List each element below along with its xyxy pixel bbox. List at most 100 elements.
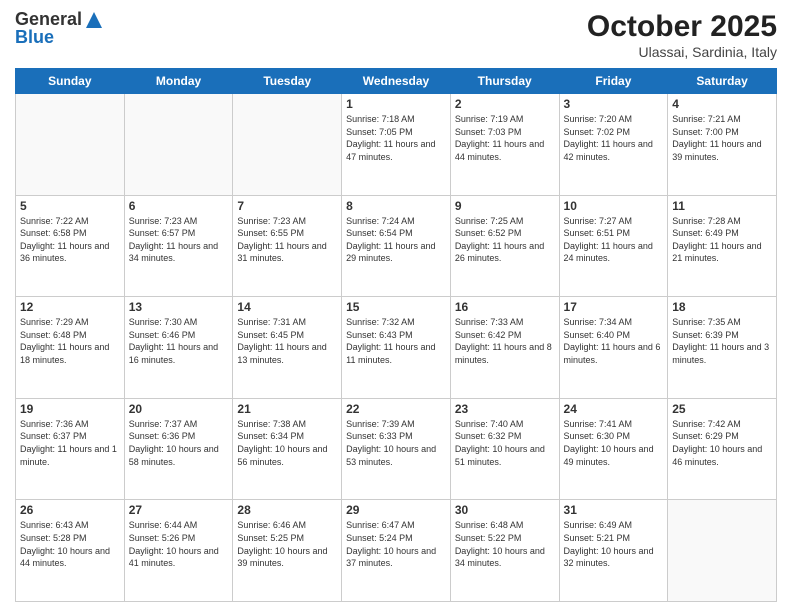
page: General Blue October 2025 Ulassai, Sardi… xyxy=(0,0,792,612)
day-number: 21 xyxy=(237,402,337,416)
day-info: Sunrise: 7:34 AM Sunset: 6:40 PM Dayligh… xyxy=(564,316,664,366)
day-number: 17 xyxy=(564,300,664,314)
day-number: 15 xyxy=(346,300,446,314)
logo-blue-text: Blue xyxy=(15,28,104,48)
page-subtitle: Ulassai, Sardinia, Italy xyxy=(587,44,777,60)
day-info: Sunrise: 7:41 AM Sunset: 6:30 PM Dayligh… xyxy=(564,418,664,468)
day-info: Sunrise: 6:47 AM Sunset: 5:24 PM Dayligh… xyxy=(346,519,446,569)
day-info: Sunrise: 7:23 AM Sunset: 6:57 PM Dayligh… xyxy=(129,215,229,265)
day-info: Sunrise: 6:49 AM Sunset: 5:21 PM Dayligh… xyxy=(564,519,664,569)
page-title: October 2025 xyxy=(587,10,777,44)
day-info: Sunrise: 7:36 AM Sunset: 6:37 PM Dayligh… xyxy=(20,418,120,468)
day-info: Sunrise: 7:31 AM Sunset: 6:45 PM Dayligh… xyxy=(237,316,337,366)
day-number: 12 xyxy=(20,300,120,314)
day-number: 11 xyxy=(672,199,772,213)
calendar-cell: 8 Sunrise: 7:24 AM Sunset: 6:54 PM Daylig… xyxy=(342,195,451,297)
calendar-week-row: 12 Sunrise: 7:29 AM Sunset: 6:48 PM Dayli… xyxy=(16,297,777,399)
day-info: Sunrise: 7:39 AM Sunset: 6:33 PM Dayligh… xyxy=(346,418,446,468)
day-info: Sunrise: 7:19 AM Sunset: 7:03 PM Dayligh… xyxy=(455,113,555,163)
day-info: Sunrise: 7:27 AM Sunset: 6:51 PM Dayligh… xyxy=(564,215,664,265)
calendar-cell: 15 Sunrise: 7:32 AM Sunset: 6:43 PM Dayli… xyxy=(342,297,451,399)
calendar-week-row: 19 Sunrise: 7:36 AM Sunset: 6:37 PM Dayli… xyxy=(16,398,777,500)
calendar-cell: 6 Sunrise: 7:23 AM Sunset: 6:57 PM Daylig… xyxy=(124,195,233,297)
header: General Blue October 2025 Ulassai, Sardi… xyxy=(15,10,777,60)
day-number: 4 xyxy=(672,97,772,111)
calendar-cell: 28Sunrise: 6:46 AM Sunset: 5:25 PM Dayli… xyxy=(233,500,342,602)
calendar-cell: 26 Sunrise: 6:43 AM Sunset: 5:28 PM Dayli… xyxy=(16,500,125,602)
day-number: 26 xyxy=(20,503,120,517)
day-number: 6 xyxy=(129,199,229,213)
day-info: Sunrise: 7:32 AM Sunset: 6:43 PM Dayligh… xyxy=(346,316,446,366)
calendar-cell: 17 Sunrise: 7:34 AM Sunset: 6:40 PM Dayli… xyxy=(559,297,668,399)
calendar-cell xyxy=(233,94,342,196)
day-number: 13 xyxy=(129,300,229,314)
calendar-cell: 18 Sunrise: 7:35 AM Sunset: 6:39 PM Dayli… xyxy=(668,297,777,399)
calendar-cell: 13Sunrise: 7:30 AM Sunset: 6:46 PM Dayli… xyxy=(124,297,233,399)
day-number: 29 xyxy=(346,503,446,517)
day-info: Sunrise: 6:43 AM Sunset: 5:28 PM Dayligh… xyxy=(20,519,120,569)
day-number: 23 xyxy=(455,402,555,416)
calendar-cell xyxy=(124,94,233,196)
day-info: Sunrise: 7:35 AM Sunset: 6:39 PM Dayligh… xyxy=(672,316,772,366)
calendar-header-monday: Monday xyxy=(124,69,233,94)
day-info: Sunrise: 7:37 AM Sunset: 6:36 PM Dayligh… xyxy=(129,418,229,468)
calendar-cell: 2 Sunrise: 7:19 AM Sunset: 7:03 PM Daylig… xyxy=(450,94,559,196)
calendar-cell: 25 Sunrise: 7:42 AM Sunset: 6:29 PM Dayli… xyxy=(668,398,777,500)
day-number: 20 xyxy=(129,402,229,416)
calendar-cell: 7Sunrise: 7:23 AM Sunset: 6:55 PM Daylig… xyxy=(233,195,342,297)
day-info: Sunrise: 6:44 AM Sunset: 5:26 PM Dayligh… xyxy=(129,519,229,569)
day-number: 9 xyxy=(455,199,555,213)
day-info: Sunrise: 7:29 AM Sunset: 6:48 PM Dayligh… xyxy=(20,316,120,366)
calendar-cell: 10 Sunrise: 7:27 AM Sunset: 6:51 PM Dayli… xyxy=(559,195,668,297)
day-number: 1 xyxy=(346,97,446,111)
day-info: Sunrise: 7:40 AM Sunset: 6:32 PM Dayligh… xyxy=(455,418,555,468)
day-number: 18 xyxy=(672,300,772,314)
calendar-cell: 3Sunrise: 7:20 AM Sunset: 7:02 PM Daylig… xyxy=(559,94,668,196)
title-block: October 2025 Ulassai, Sardinia, Italy xyxy=(587,10,777,60)
calendar-cell: 9 Sunrise: 7:25 AM Sunset: 6:52 PM Daylig… xyxy=(450,195,559,297)
calendar-cell: 11 Sunrise: 7:28 AM Sunset: 6:49 PM Dayli… xyxy=(668,195,777,297)
calendar-cell: 22 Sunrise: 7:39 AM Sunset: 6:33 PM Dayli… xyxy=(342,398,451,500)
calendar-cell: 1 Sunrise: 7:18 AM Sunset: 7:05 PM Daylig… xyxy=(342,94,451,196)
day-info: Sunrise: 7:18 AM Sunset: 7:05 PM Dayligh… xyxy=(346,113,446,163)
day-info: Sunrise: 7:24 AM Sunset: 6:54 PM Dayligh… xyxy=(346,215,446,265)
day-number: 22 xyxy=(346,402,446,416)
calendar-cell: 16Sunrise: 7:33 AM Sunset: 6:42 PM Dayli… xyxy=(450,297,559,399)
day-info: Sunrise: 7:38 AM Sunset: 6:34 PM Dayligh… xyxy=(237,418,337,468)
day-number: 8 xyxy=(346,199,446,213)
logo: General Blue xyxy=(15,10,104,48)
logo-triangle-icon xyxy=(84,10,104,30)
day-info: Sunrise: 6:46 AM Sunset: 5:25 PM Dayligh… xyxy=(237,519,337,569)
calendar-cell: 29 Sunrise: 6:47 AM Sunset: 5:24 PM Dayli… xyxy=(342,500,451,602)
day-number: 16 xyxy=(455,300,555,314)
day-number: 3 xyxy=(564,97,664,111)
calendar-header-row: SundayMondayTuesdayWednesdayThursdayFrid… xyxy=(16,69,777,94)
day-info: Sunrise: 6:48 AM Sunset: 5:22 PM Dayligh… xyxy=(455,519,555,569)
calendar-header-saturday: Saturday xyxy=(668,69,777,94)
calendar-cell: 30Sunrise: 6:48 AM Sunset: 5:22 PM Dayli… xyxy=(450,500,559,602)
calendar-week-row: 1 Sunrise: 7:18 AM Sunset: 7:05 PM Daylig… xyxy=(16,94,777,196)
day-number: 7 xyxy=(237,199,337,213)
calendar-cell: 12 Sunrise: 7:29 AM Sunset: 6:48 PM Dayli… xyxy=(16,297,125,399)
day-number: 25 xyxy=(672,402,772,416)
calendar-cell: 19 Sunrise: 7:36 AM Sunset: 6:37 PM Dayli… xyxy=(16,398,125,500)
day-number: 5 xyxy=(20,199,120,213)
calendar-cell: 23 Sunrise: 7:40 AM Sunset: 6:32 PM Dayli… xyxy=(450,398,559,500)
day-number: 10 xyxy=(564,199,664,213)
calendar-header-wednesday: Wednesday xyxy=(342,69,451,94)
day-info: Sunrise: 7:28 AM Sunset: 6:49 PM Dayligh… xyxy=(672,215,772,265)
calendar-table: SundayMondayTuesdayWednesdayThursdayFrid… xyxy=(15,68,777,602)
calendar-cell xyxy=(668,500,777,602)
day-info: Sunrise: 7:21 AM Sunset: 7:00 PM Dayligh… xyxy=(672,113,772,163)
day-number: 31 xyxy=(564,503,664,517)
calendar-week-row: 5Sunrise: 7:22 AM Sunset: 6:58 PM Daylig… xyxy=(16,195,777,297)
calendar-cell: 24Sunrise: 7:41 AM Sunset: 6:30 PM Dayli… xyxy=(559,398,668,500)
day-number: 2 xyxy=(455,97,555,111)
calendar-cell: 14Sunrise: 7:31 AM Sunset: 6:45 PM Dayli… xyxy=(233,297,342,399)
calendar-cell: 21 Sunrise: 7:38 AM Sunset: 6:34 PM Dayli… xyxy=(233,398,342,500)
day-info: Sunrise: 7:42 AM Sunset: 6:29 PM Dayligh… xyxy=(672,418,772,468)
calendar-header-thursday: Thursday xyxy=(450,69,559,94)
calendar-header-tuesday: Tuesday xyxy=(233,69,342,94)
day-info: Sunrise: 7:25 AM Sunset: 6:52 PM Dayligh… xyxy=(455,215,555,265)
day-number: 19 xyxy=(20,402,120,416)
